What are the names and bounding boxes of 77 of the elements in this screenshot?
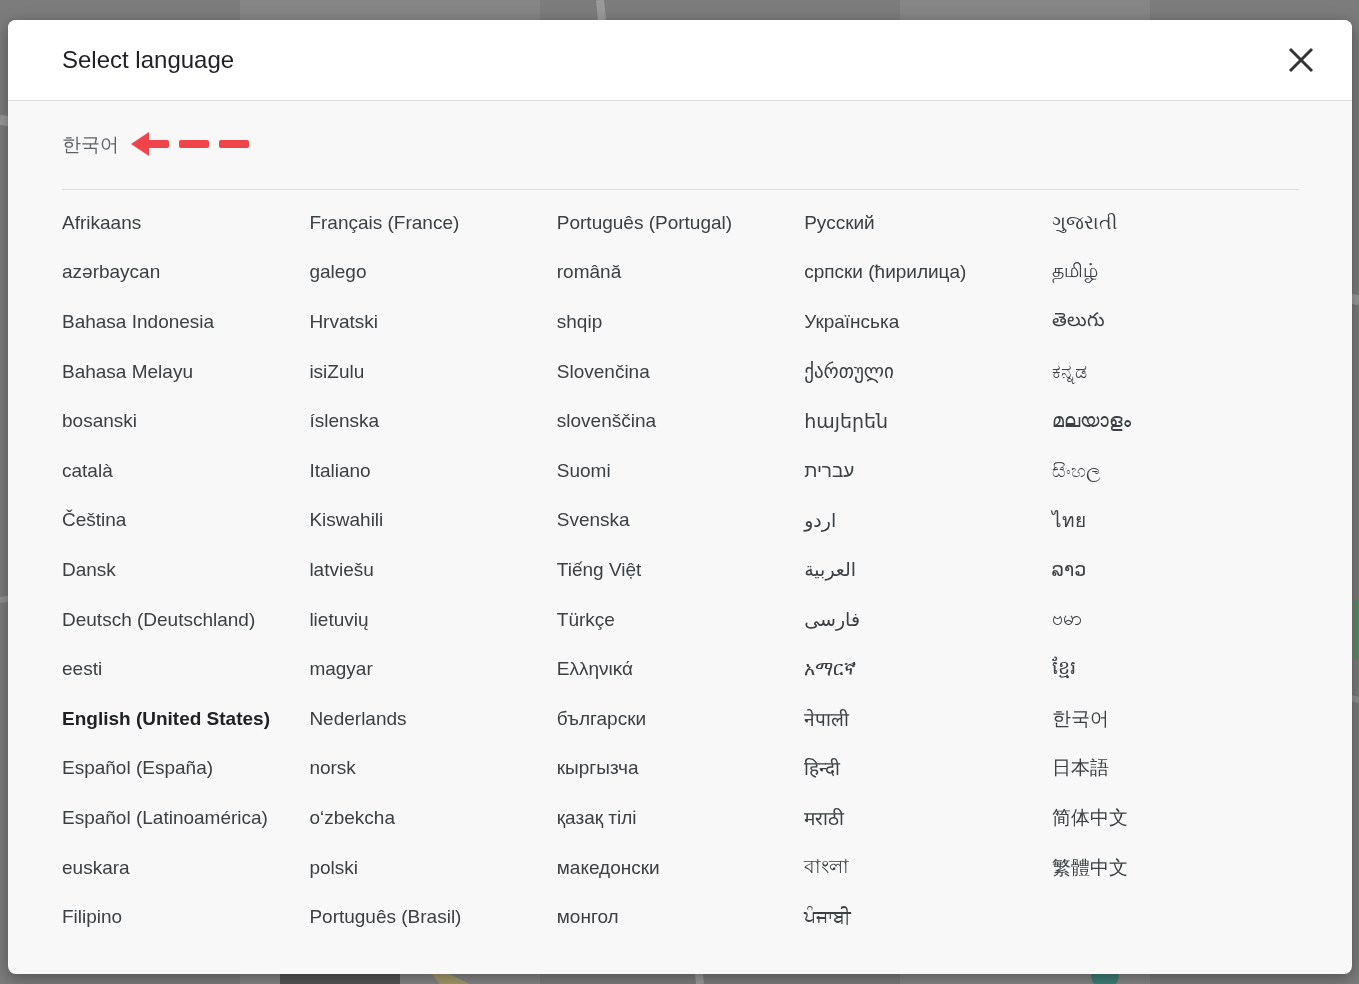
language-option[interactable]: magyar [309,658,373,681]
close-icon [1288,47,1314,73]
language-option[interactable]: ਪੰਜਾਬੀ [804,906,852,929]
language-option[interactable]: Nederlands [309,707,407,730]
language-option[interactable]: македонски [556,856,660,879]
language-option[interactable]: ខ្មែរ [1051,655,1076,684]
language-option[interactable]: ไทย [1051,505,1086,536]
language-option[interactable]: ಕನ್ನಡ [1051,360,1087,383]
language-option[interactable]: العربية [804,558,857,582]
language-option[interactable]: кыргызча [556,757,639,780]
language-option[interactable]: ქართული [804,360,894,384]
language-option[interactable]: עברית [804,459,855,482]
language-option[interactable]: polski [309,856,358,879]
language-option[interactable]: Ελληνικά [556,658,633,681]
language-option[interactable]: Bahasa Indonesia [62,311,215,333]
language-option[interactable]: 日本語 [1051,755,1109,782]
language-option[interactable]: isiZulu [309,360,365,383]
language-option[interactable]: Svenska [556,509,630,532]
language-option[interactable]: shqip [556,311,603,333]
language-option[interactable]: አማርኛ [804,658,857,681]
language-option[interactable]: монгол [556,906,619,929]
language-option[interactable]: български [556,707,647,730]
language-option[interactable]: ဗမာ [1051,605,1082,634]
language-option[interactable]: latviešu [309,558,374,581]
language-option[interactable]: eesti [62,658,103,681]
language-option[interactable]: Dansk [62,558,116,581]
language-option[interactable]: తెలుగు [1051,309,1105,335]
language-option[interactable]: català [62,459,113,482]
language-option[interactable]: हिन्दी [804,755,841,782]
dialog-title: Select language [62,46,235,74]
language-option[interactable]: اردو [804,508,837,532]
current-language: 한국어 [62,133,119,157]
language-option[interactable]: Slovenčina [556,360,650,383]
language-option[interactable]: Deutsch (Deutschland) [62,608,256,631]
language-option[interactable]: oʻzbekcha [309,806,395,829]
language-option[interactable]: azərbaycan [62,261,161,284]
language-option[interactable]: ລາວ [1051,558,1087,582]
language-option[interactable]: norsk [309,757,356,780]
language-option[interactable]: Afrikaans [62,211,142,234]
language-option[interactable]: Português (Portugal) [556,211,733,234]
language-option[interactable]: slovenščina [556,410,657,433]
language-option[interactable]: lietuvių [309,608,369,631]
language-option[interactable]: Filipino [62,906,123,929]
language-option[interactable]: Français (France) [309,211,460,234]
language-option[interactable]: bosanski [62,410,137,433]
language-option[interactable]: қазақ тілі [556,806,637,829]
language-option[interactable]: සිංහල [1051,459,1101,482]
language-option[interactable]: Hrvatski [309,311,378,333]
language-option[interactable]: română [556,261,622,284]
language-option[interactable]: Suomi [556,459,611,482]
language-option[interactable]: Русский [804,211,875,234]
language-option[interactable]: Português (Brasil) [309,906,462,929]
language-option[interactable]: தமிழ் [1051,260,1098,285]
language-option[interactable]: 简体中文 [1051,804,1128,831]
language-option[interactable]: српски (ћирилица) [804,261,967,284]
language-option[interactable]: 한국어 [1051,705,1109,732]
language-option[interactable]: Español (Latinoamérica) [62,806,268,829]
language-option[interactable]: বাংলা [804,851,850,884]
language-option[interactable]: íslenska [309,410,380,433]
language-option[interactable]: मराठी [804,804,845,831]
language-option[interactable]: Tiếng Việt [556,558,642,581]
language-option[interactable]: 繁體中文 [1051,854,1128,881]
language-option[interactable]: Kiswahili [309,509,384,532]
language-option[interactable]: नेपाली [804,705,850,732]
language-option[interactable]: galego [309,261,367,284]
language-option[interactable]: euskara [62,856,130,879]
language-option[interactable]: Čeština [62,509,127,532]
language-option[interactable]: Italiano [309,459,371,482]
language-option[interactable]: മലയാളം [1051,410,1131,433]
language-option[interactable]: Bahasa Melayu [62,360,193,383]
language-option[interactable]: Türkçe [556,608,615,631]
language-option[interactable]: English (United States) [62,707,270,730]
language-option[interactable]: հայերեն [804,409,889,433]
language-option[interactable]: Українська [804,311,900,333]
language-option[interactable]: ગુજરાતી [1051,211,1117,234]
language-option[interactable]: فارسی [804,608,860,632]
language-option[interactable]: Español (España) [62,757,214,780]
